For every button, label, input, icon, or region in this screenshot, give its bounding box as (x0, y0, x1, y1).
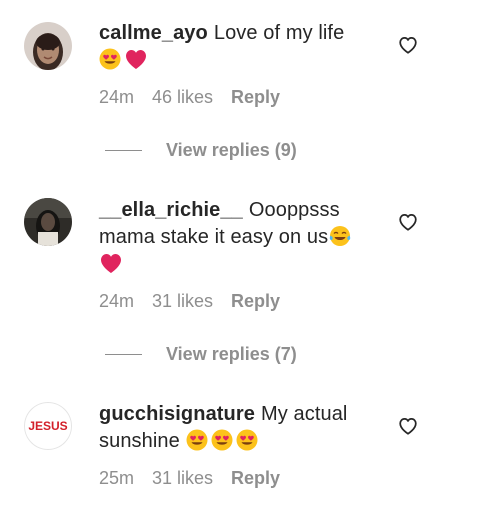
like-heart-icon[interactable] (397, 211, 419, 233)
red-heart-emoji-icon (124, 48, 148, 70)
replies-divider (105, 150, 142, 151)
comment-text: callme_ayo Love of my life (99, 20, 374, 74)
heart-eyes-emoji-icon (99, 48, 121, 70)
heart-eyes-emoji-icon (186, 429, 208, 451)
comment-message: Love of my life (213, 22, 345, 44)
comment-time: 25m (99, 468, 135, 488)
heart-eyes-emoji-icon (236, 429, 258, 451)
comment-meta: 24m 46 likes Reply (99, 87, 298, 108)
reply-button[interactable]: Reply (231, 468, 280, 488)
like-heart-icon[interactable] (397, 34, 419, 56)
avatar[interactable] (24, 198, 72, 246)
comment-meta: 25m 31 likes Reply (99, 468, 298, 489)
view-replies-label[interactable]: View replies (9) (166, 140, 297, 161)
tears-of-joy-emoji-icon (329, 225, 351, 247)
comment-meta: 24m 31 likes Reply (99, 291, 298, 312)
comment-time: 24m (99, 87, 135, 107)
reply-button[interactable]: Reply (231, 87, 280, 107)
comment-likes[interactable]: 46 likes (152, 87, 213, 107)
view-replies-button[interactable]: View replies (9) (105, 140, 297, 161)
comment-time: 24m (99, 291, 135, 311)
comment-username[interactable]: callme_ayo (99, 22, 208, 44)
comment-likes[interactable]: 31 likes (152, 468, 213, 488)
view-replies-button[interactable]: View replies (7) (105, 344, 297, 365)
comment-text: gucchisignature My actual sunshine (99, 401, 374, 455)
comment-username[interactable]: __ella_richie__ (99, 199, 243, 221)
avatar[interactable]: JESUS (24, 402, 72, 450)
like-heart-icon[interactable] (397, 415, 419, 437)
avatar[interactable] (24, 22, 72, 70)
red-heart-emoji-icon (99, 252, 123, 274)
comment-likes[interactable]: 31 likes (152, 291, 213, 311)
view-replies-label[interactable]: View replies (7) (166, 344, 297, 365)
comment-username[interactable]: gucchisignature (99, 403, 255, 425)
comment-text: __ella_richie__ Oooppsss mama stake it ea… (99, 197, 374, 278)
avatar-logo-text: JESUS (28, 419, 67, 433)
replies-divider (105, 354, 142, 355)
reply-button[interactable]: Reply (231, 291, 280, 311)
heart-eyes-emoji-icon (211, 429, 233, 451)
